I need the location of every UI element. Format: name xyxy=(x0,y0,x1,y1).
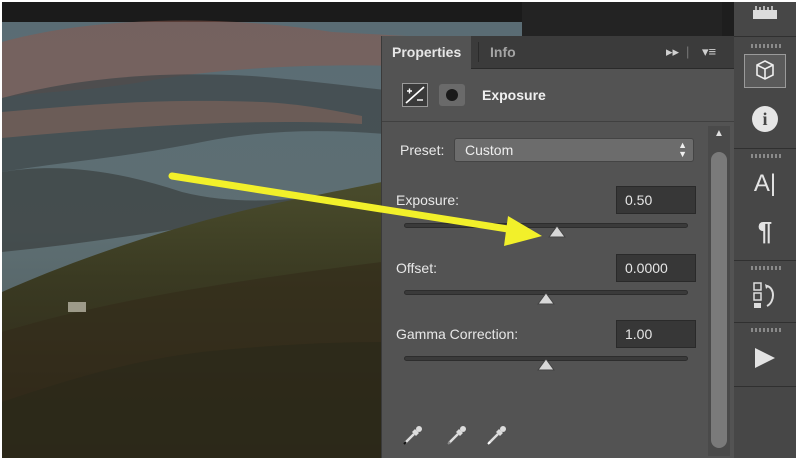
annotation-arrow xyxy=(168,172,542,246)
screenshot-frame: Properties Info ▸▸ | ▾≡ Exposure Preset:… xyxy=(2,2,796,458)
